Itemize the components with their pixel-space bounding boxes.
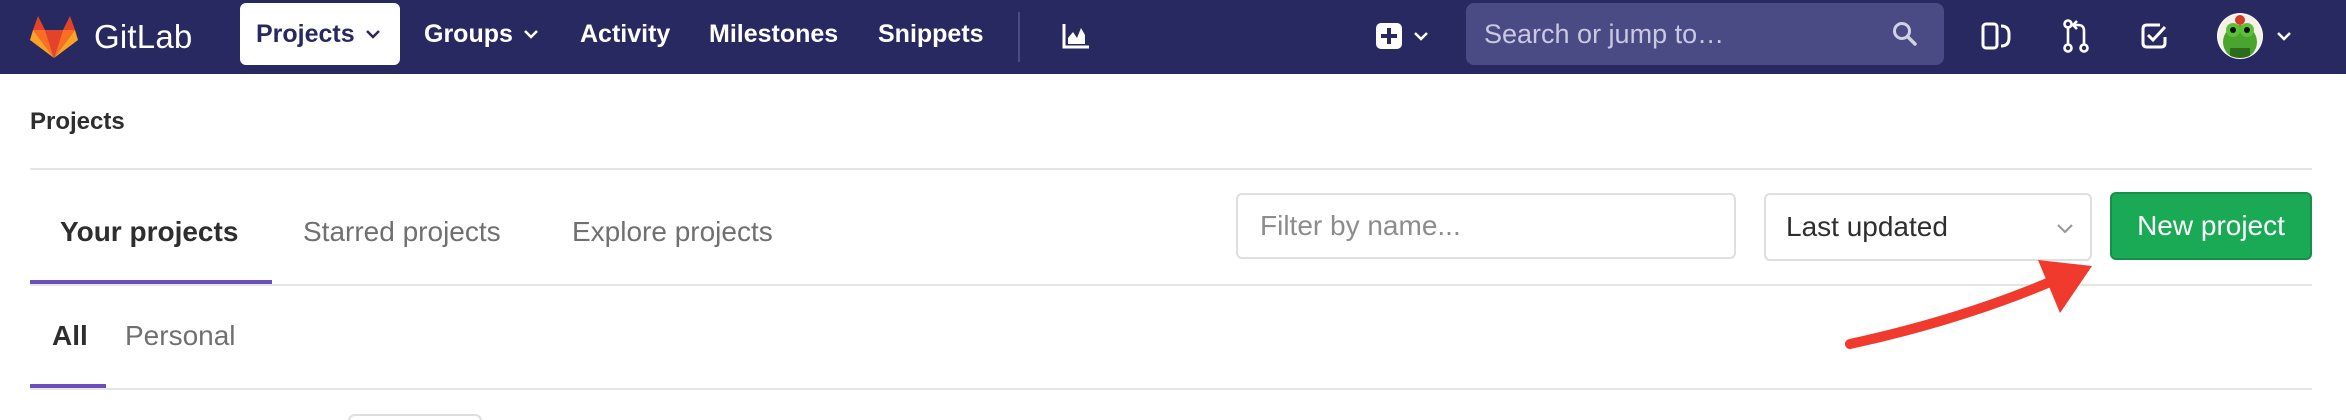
breadcrumb[interactable]: Projects xyxy=(30,108,125,136)
merge-requests-link[interactable] xyxy=(2056,16,2096,56)
sort-selected-label: Last updated xyxy=(1786,211,1948,242)
divider xyxy=(30,284,2312,286)
nav-snippets-link[interactable]: Snippets xyxy=(862,3,1000,65)
nav-projects-label: Projects xyxy=(256,19,355,48)
gitlab-logo-icon xyxy=(30,16,78,58)
nav-groups-label: Groups xyxy=(424,19,513,48)
nav-milestones-label: Milestones xyxy=(709,19,839,48)
chevron-down-icon xyxy=(524,30,538,39)
divider xyxy=(30,168,2312,170)
nav-groups-dropdown[interactable]: Groups xyxy=(408,3,555,65)
chart-icon xyxy=(1062,24,1089,49)
partial-control xyxy=(348,414,482,420)
nav-activity-label: Activity xyxy=(580,19,671,48)
tab-explore-projects[interactable]: Explore projects xyxy=(572,216,773,248)
search-icon xyxy=(1893,22,1917,46)
new-dropdown-button[interactable] xyxy=(1370,18,1434,54)
subtab-personal[interactable]: Personal xyxy=(125,320,236,352)
todo-check-icon xyxy=(2141,23,2167,49)
chevron-down-icon xyxy=(1414,32,1428,41)
chevron-down-icon xyxy=(365,30,380,39)
sort-dropdown[interactable]: Last updated xyxy=(1764,193,2092,261)
sidebar-toggle-icon xyxy=(1981,22,2011,50)
brand-home-link[interactable]: GitLab xyxy=(30,10,192,64)
tab-your-projects[interactable]: Your projects xyxy=(60,216,238,248)
todos-link[interactable] xyxy=(2134,16,2174,56)
merge-request-icon xyxy=(2063,19,2089,53)
top-navbar: GitLab Projects Groups Activity Mileston… xyxy=(0,0,2346,74)
chevron-down-icon xyxy=(2277,32,2291,41)
analytics-link[interactable] xyxy=(1056,18,1096,54)
nav-milestones-link[interactable]: Milestones xyxy=(693,3,854,65)
brand-name: GitLab xyxy=(94,18,193,55)
nav-snippets-label: Snippets xyxy=(878,19,984,48)
search-input[interactable] xyxy=(1484,18,1884,50)
issues-link[interactable] xyxy=(1976,16,2016,56)
nav-divider xyxy=(1018,12,1020,62)
global-search[interactable] xyxy=(1466,3,1944,65)
subtab-all[interactable]: All xyxy=(52,320,88,352)
divider xyxy=(30,388,2312,390)
tab-starred-projects[interactable]: Starred projects xyxy=(303,216,501,248)
avatar xyxy=(2217,13,2263,59)
plus-square-icon xyxy=(1376,23,1402,49)
nav-activity-link[interactable]: Activity xyxy=(564,3,686,65)
nav-projects-dropdown[interactable]: Projects xyxy=(240,3,400,65)
new-project-button[interactable]: New project xyxy=(2110,192,2312,260)
filter-by-name-input[interactable] xyxy=(1236,193,1736,259)
user-menu-dropdown[interactable] xyxy=(2212,10,2296,62)
chevron-down-icon xyxy=(2057,224,2073,234)
